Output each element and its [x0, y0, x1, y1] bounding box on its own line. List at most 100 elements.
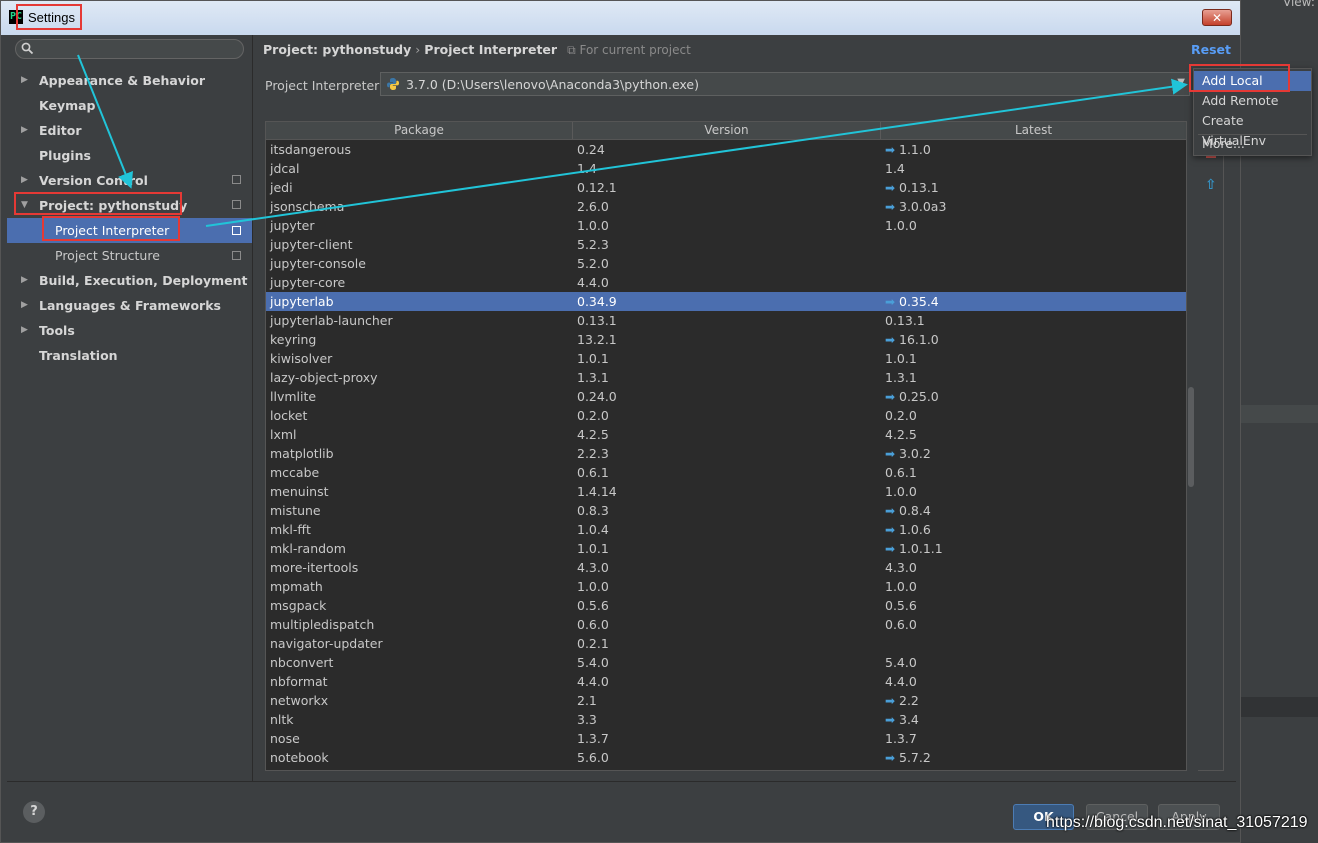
package-version: 1.0.0 [577, 218, 609, 233]
package-name: kiwisolver [270, 351, 333, 366]
sidebar-item-project-interpreter[interactable]: Project Interpreter [7, 218, 252, 243]
scrollbar-thumb[interactable] [1188, 387, 1194, 487]
package-latest-value: 2.2 [899, 693, 919, 708]
table-row[interactable]: matplotlib 2.2.3 ➡ 3.0.2 [266, 444, 1186, 463]
table-row[interactable]: jsonschema 2.6.0 ➡ 3.0.0a3 [266, 197, 1186, 216]
sidebar-item-project-pythonstudy[interactable]: ▼ Project: pythonstudy [7, 193, 252, 218]
package-latest-value: 1.3.1 [885, 370, 917, 385]
package-version: 0.2.1 [577, 636, 609, 651]
sidebar-item-keymap[interactable]: Keymap [7, 93, 252, 118]
package-name: itsdangerous [270, 142, 351, 157]
package-name: jupyterlab [270, 294, 334, 309]
menu-item-more[interactable]: More... [1194, 134, 1311, 154]
table-row[interactable]: more-itertools 4.3.0 4.3.0 [266, 558, 1186, 577]
update-available-icon: ➡ [885, 447, 896, 461]
sidebar-item-label: Plugins [39, 148, 91, 163]
table-row[interactable]: msgpack 0.5.6 0.5.6 [266, 596, 1186, 615]
menu-item-create-virtualenv[interactable]: Create VirtualEnv [1194, 111, 1311, 148]
table-row[interactable]: mpmath 1.0.0 1.0.0 [266, 577, 1186, 596]
package-version: 1.0.1 [577, 541, 609, 556]
package-name: mccabe [270, 465, 320, 480]
sidebar-item-editor[interactable]: ▶ Editor [7, 118, 252, 143]
chevron-down-icon[interactable]: ▼ [21, 193, 28, 218]
chevron-right-icon[interactable]: ▶ [21, 268, 28, 293]
chevron-right-icon[interactable]: ▶ [21, 168, 28, 193]
sidebar-item-languages-frameworks[interactable]: ▶ Languages & Frameworks [7, 293, 252, 318]
table-row[interactable]: jupyter 1.0.0 1.0.0 [266, 216, 1186, 235]
update-available-icon: ➡ [885, 200, 896, 214]
table-row[interactable]: jupyterlab-launcher 0.13.1 0.13.1 [266, 311, 1186, 330]
table-row[interactable]: multipledispatch 0.6.0 0.6.0 [266, 615, 1186, 634]
interpreter-label: Project Interpreter: [265, 78, 384, 93]
table-row[interactable]: networkx 2.1 ➡ 2.2 [266, 691, 1186, 710]
package-name: llvmlite [270, 389, 317, 404]
package-name: matplotlib [270, 446, 334, 461]
table-row[interactable]: jdcal 1.4 1.4 [266, 159, 1186, 178]
table-row[interactable]: jupyter-client 5.2.3 [266, 235, 1186, 254]
package-version: 2.6.0 [577, 199, 609, 214]
table-row[interactable]: mccabe 0.6.1 0.6.1 [266, 463, 1186, 482]
table-row[interactable]: nose 1.3.7 1.3.7 [266, 729, 1186, 748]
table-row[interactable]: kiwisolver 1.0.1 1.0.1 [266, 349, 1186, 368]
reset-link[interactable]: Reset [1191, 42, 1231, 57]
table-row[interactable]: nbformat 4.4.0 4.4.0 [266, 672, 1186, 691]
close-button[interactable]: ✕ [1202, 9, 1232, 26]
sidebar-item-version-control[interactable]: ▶ Version Control [7, 168, 252, 193]
package-name: mkl-fft [270, 522, 311, 537]
sidebar-item-label: Editor [39, 123, 82, 138]
table-row[interactable]: nltk 3.3 ➡ 3.4 [266, 710, 1186, 729]
sidebar-item-label: Project Interpreter [55, 223, 170, 238]
package-version: 4.3.0 [577, 560, 609, 575]
table-row[interactable]: notebook 5.6.0 ➡ 5.7.2 [266, 748, 1186, 767]
table-row[interactable]: locket 0.2.0 0.2.0 [266, 406, 1186, 425]
chevron-right-icon[interactable]: ▶ [21, 293, 28, 318]
table-row[interactable]: jedi 0.12.1 ➡ 0.13.1 [266, 178, 1186, 197]
package-name: notebook [270, 750, 329, 765]
package-latest: 0.5.6 [885, 596, 917, 615]
project-scope-icon: ⧉ [567, 43, 580, 57]
table-row[interactable]: jupyter-core 4.4.0 [266, 273, 1186, 292]
sidebar-item-tools[interactable]: ▶ Tools [7, 318, 252, 343]
table-row[interactable]: lxml 4.2.5 4.2.5 [266, 425, 1186, 444]
table-row[interactable]: itsdangerous 0.24 ➡ 1.1.0 [266, 140, 1186, 159]
interpreter-select[interactable]: 3.7.0 (D:\Users\lenovo\Anaconda3\python.… [380, 72, 1190, 96]
sidebar-item-translation[interactable]: Translation [7, 343, 252, 368]
sidebar-item-appearance-behavior[interactable]: ▶ Appearance & Behavior [7, 68, 252, 93]
chevron-right-icon[interactable]: ▶ [21, 68, 28, 93]
package-version: 0.24 [577, 142, 605, 157]
package-latest-value: 0.5.6 [885, 598, 917, 613]
package-version: 5.2.0 [577, 256, 609, 271]
table-row[interactable]: jupyterlab 0.34.9 ➡ 0.35.4 [266, 292, 1186, 311]
package-version: 4.2.5 [577, 427, 609, 442]
column-header-package[interactable]: Package [266, 122, 573, 139]
sidebar-item-project-structure[interactable]: Project Structure [7, 243, 252, 268]
sidebar-item-plugins[interactable]: Plugins [7, 143, 252, 168]
package-latest-value: 1.0.0 [885, 218, 917, 233]
packages-table[interactable]: Package Version Latest itsdangerous 0.24 ➡… [265, 121, 1187, 771]
table-row[interactable]: jupyter-console 5.2.0 [266, 254, 1186, 273]
table-row[interactable]: menuinst 1.4.14 1.0.0 [266, 482, 1186, 501]
menu-item-add-local[interactable]: Add Local [1194, 71, 1311, 91]
chevron-down-icon[interactable]: ▼ [1177, 77, 1185, 88]
sidebar-item-build-execution-deployment[interactable]: ▶ Build, Execution, Deployment [7, 268, 252, 293]
update-available-icon: ➡ [885, 504, 896, 518]
table-row[interactable]: llvmlite 0.24.0 ➡ 0.25.0 [266, 387, 1186, 406]
column-header-version[interactable]: Version [573, 122, 881, 139]
table-row[interactable]: mistune 0.8.3 ➡ 0.8.4 [266, 501, 1186, 520]
package-name: jupyter-core [270, 275, 346, 290]
package-latest: ➡ 1.0.6 [885, 520, 931, 540]
table-row[interactable]: mkl-random 1.0.1 ➡ 1.0.1.1 [266, 539, 1186, 558]
table-row[interactable]: lazy-object-proxy 1.3.1 1.3.1 [266, 368, 1186, 387]
settings-search-input[interactable] [15, 39, 244, 59]
menu-item-add-remote[interactable]: Add Remote [1194, 91, 1311, 111]
table-row[interactable]: nbconvert 5.4.0 5.4.0 [266, 653, 1186, 672]
package-latest: 0.13.1 [885, 311, 925, 330]
help-button[interactable]: ? [23, 801, 45, 823]
table-row[interactable]: keyring 13.2.1 ➡ 16.1.0 [266, 330, 1186, 349]
chevron-right-icon[interactable]: ▶ [21, 318, 28, 343]
table-row[interactable]: mkl-fft 1.0.4 ➡ 1.0.6 [266, 520, 1186, 539]
table-row[interactable]: navigator-updater 0.2.1 [266, 634, 1186, 653]
column-header-latest[interactable]: Latest [881, 122, 1186, 139]
upgrade-package-icon[interactable]: ⇧ [1205, 177, 1217, 193]
chevron-right-icon[interactable]: ▶ [21, 118, 28, 143]
